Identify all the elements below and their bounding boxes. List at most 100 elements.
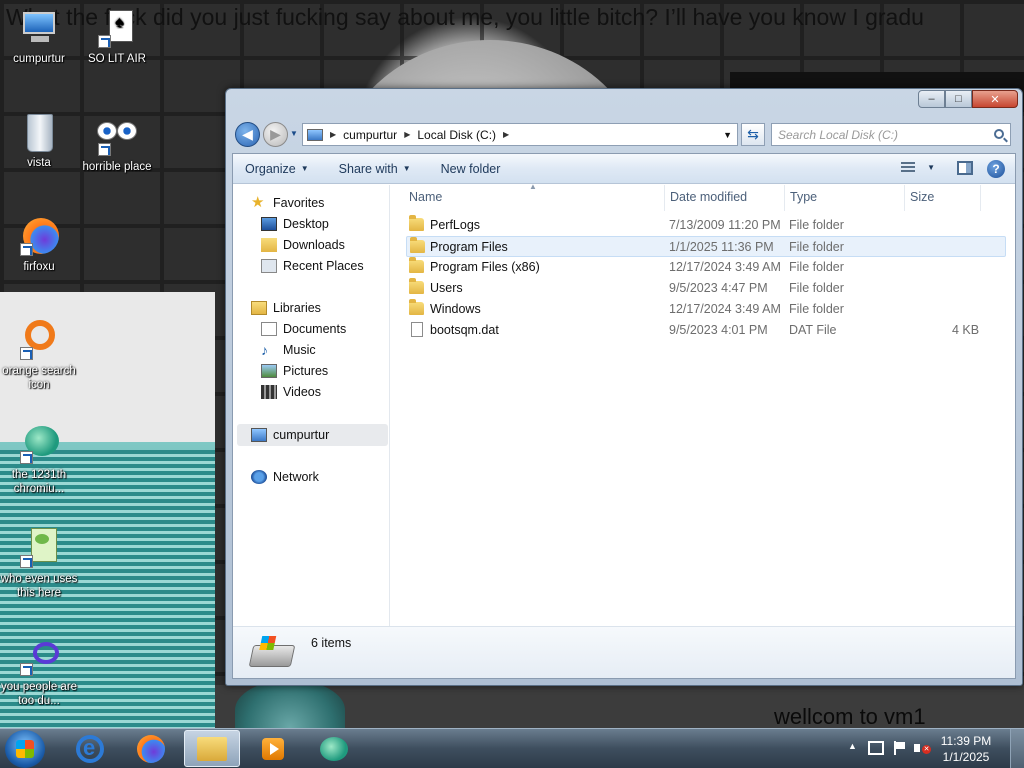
breadcrumb-local-disk[interactable]: Local Disk (C:) <box>417 128 496 142</box>
sort-ascending-icon: ▲ <box>529 182 537 191</box>
taskbar-explorer[interactable] <box>184 730 240 767</box>
nav-music[interactable]: ♪ Music <box>261 340 316 360</box>
item-count: 6 items <box>311 636 352 650</box>
desktop-icon-label: cumpurtur <box>13 53 65 65</box>
file-date: 1/1/2025 11:36 PM <box>669 240 774 254</box>
folder-icon <box>197 736 227 761</box>
nav-label: Recent Places <box>283 259 364 273</box>
preview-pane-button[interactable] <box>957 161 973 175</box>
file-list-pane: ▲ Name Date modified Type Size PerfLogs … <box>391 182 1015 626</box>
network-tray-icon[interactable] <box>868 741 884 755</box>
desktop-icon-so-lit-air[interactable]: ♠ SO LIT AIR <box>78 8 156 66</box>
system-tray: ▲ ✕ 11:39 PM 1/1/2025 <box>834 729 1024 768</box>
close-button[interactable]: ✕ <box>972 90 1018 108</box>
taskbar-media-player[interactable] <box>245 730 301 767</box>
desktop-icon-you-people[interactable]: you people are too du... <box>0 636 78 708</box>
folder-icon <box>409 215 424 231</box>
firefox-icon <box>137 734 165 763</box>
nav-label: Videos <box>283 385 321 399</box>
file-row-windows[interactable]: Windows 12/17/2024 3:49 AM File folder <box>406 299 1006 320</box>
file-row-users[interactable]: Users 9/5/2023 4:47 PM File folder <box>406 278 1006 299</box>
nav-libraries[interactable]: Libraries <box>251 298 321 318</box>
window-content: Organize ▼ Share with ▼ New folder ▼ ? ★… <box>232 153 1016 679</box>
folder-icon <box>409 278 424 294</box>
nav-label: Pictures <box>283 364 329 378</box>
desktop-icon-horrible-place[interactable]: horrible place <box>78 116 156 174</box>
nav-downloads[interactable]: Downloads <box>261 235 345 255</box>
show-desktop-button[interactable] <box>1010 729 1024 768</box>
window-controls: – □ ✕ <box>918 90 1018 108</box>
recycle-bin-icon <box>19 112 59 152</box>
videos-icon <box>261 385 277 399</box>
minimize-button[interactable]: – <box>918 90 945 108</box>
maximize-button[interactable]: □ <box>945 90 972 108</box>
address-bar[interactable]: ▶ cumpurtur ▶ Local Disk (C:) ▶ ▼ <box>302 123 738 146</box>
desktop-icon-chromium[interactable]: the 1231th chromiu... <box>0 424 78 496</box>
nav-documents[interactable]: Documents <box>261 319 346 339</box>
clock-date[interactable]: 1/1/2025 <box>934 750 998 764</box>
breadcrumb-separator-icon[interactable]: ▶ <box>404 130 410 139</box>
breadcrumb-cumpurtur[interactable]: cumpurtur <box>343 128 397 142</box>
start-button[interactable] <box>5 730 45 768</box>
share-with-label: Share with <box>338 161 398 176</box>
nav-videos[interactable]: Videos <box>261 382 321 402</box>
media-player-icon <box>262 737 284 760</box>
file-name: Windows <box>430 302 481 316</box>
documents-icon <box>261 322 277 336</box>
share-with-menu[interactable]: Share with ▼ <box>339 162 411 176</box>
taskbar-firefox[interactable] <box>123 730 179 767</box>
taskbar-chromium[interactable] <box>306 730 362 767</box>
nav-favorites[interactable]: ★ Favorites <box>251 193 324 213</box>
change-view-button[interactable]: ▼ <box>901 162 935 172</box>
file-row-bootsqm[interactable]: bootsqm.dat 9/5/2023 4:01 PM DAT File 4 … <box>406 320 1006 341</box>
nav-pictures[interactable]: Pictures <box>261 361 328 381</box>
desktop-icon-label: the 1231th chromiu... <box>11 469 67 495</box>
search-input[interactable]: Search Local Disk (C:) <box>771 123 1011 146</box>
column-size[interactable]: Size <box>910 190 934 204</box>
computer-small-icon <box>307 128 323 141</box>
desktop-icon-who-even-uses-this[interactable]: who even uses this here <box>0 528 78 600</box>
view-details-icon <box>901 162 916 172</box>
breadcrumb-separator-icon[interactable]: ▶ <box>503 130 509 139</box>
refresh-button[interactable]: ⇆ <box>741 123 765 146</box>
file-date: 9/5/2023 4:01 PM <box>669 323 768 337</box>
desktop-icon-cumpurtur[interactable]: cumpurtur <box>0 8 78 66</box>
nav-recent-places[interactable]: Recent Places <box>261 256 364 276</box>
column-date-modified[interactable]: Date modified <box>670 190 747 204</box>
column-type[interactable]: Type <box>790 190 817 204</box>
action-center-flag-icon[interactable] <box>892 741 908 755</box>
show-hidden-icons-button[interactable]: ▲ <box>848 741 857 751</box>
explorer-window[interactable]: – □ ✕ ◀ ▶ ▼ ▶ cumpurtur ▶ Local Disk (C:… <box>225 88 1023 686</box>
file-date: 12/17/2024 3:49 AM <box>669 302 781 316</box>
file-row-program-files-x86[interactable]: Program Files (x86) 12/17/2024 3:49 AM F… <box>406 257 1006 278</box>
organize-menu[interactable]: Organize ▼ <box>245 162 309 176</box>
desktop-icon-orange-search[interactable]: orange search icon <box>0 320 78 392</box>
breadcrumb-separator-icon[interactable]: ▶ <box>330 130 336 139</box>
nav-label: Network <box>273 470 319 484</box>
nav-computer[interactable]: cumpurtur <box>251 425 329 445</box>
new-folder-button[interactable]: New folder <box>441 162 501 176</box>
volume-muted-icon[interactable]: ✕ <box>914 741 931 755</box>
folder-icon <box>409 257 424 273</box>
forward-button[interactable]: ▶ <box>263 122 288 147</box>
nav-label: Desktop <box>283 217 329 231</box>
address-dropdown-icon[interactable]: ▼ <box>723 130 732 140</box>
file-row-program-files[interactable]: Program Files 1/1/2025 11:36 PM File fol… <box>406 236 1006 257</box>
file-row-perflogs[interactable]: PerfLogs 7/13/2009 11:20 PM File folder <box>406 215 1006 236</box>
desktop-icon-label: orange search icon <box>2 365 76 391</box>
column-name[interactable]: Name <box>409 190 442 204</box>
nav-desktop[interactable]: Desktop <box>261 214 329 234</box>
clock-time[interactable]: 11:39 PM <box>934 734 998 748</box>
desktop-icon-firfoxu[interactable]: firfoxu <box>0 216 78 274</box>
help-button[interactable]: ? <box>987 160 1005 178</box>
back-button[interactable]: ◀ <box>235 122 260 147</box>
desktop-icon-vista[interactable]: vista <box>0 112 78 170</box>
taskbar-internet-explorer[interactable] <box>62 730 118 767</box>
recent-pages-dropdown[interactable]: ▼ <box>290 129 298 138</box>
search-icon[interactable] <box>994 129 1004 139</box>
file-icon <box>411 322 423 337</box>
shortcut-arrow-icon <box>98 143 111 156</box>
nav-network[interactable]: Network <box>251 467 319 487</box>
notepad-icon <box>19 528 59 568</box>
nav-label: Libraries <box>273 301 321 315</box>
